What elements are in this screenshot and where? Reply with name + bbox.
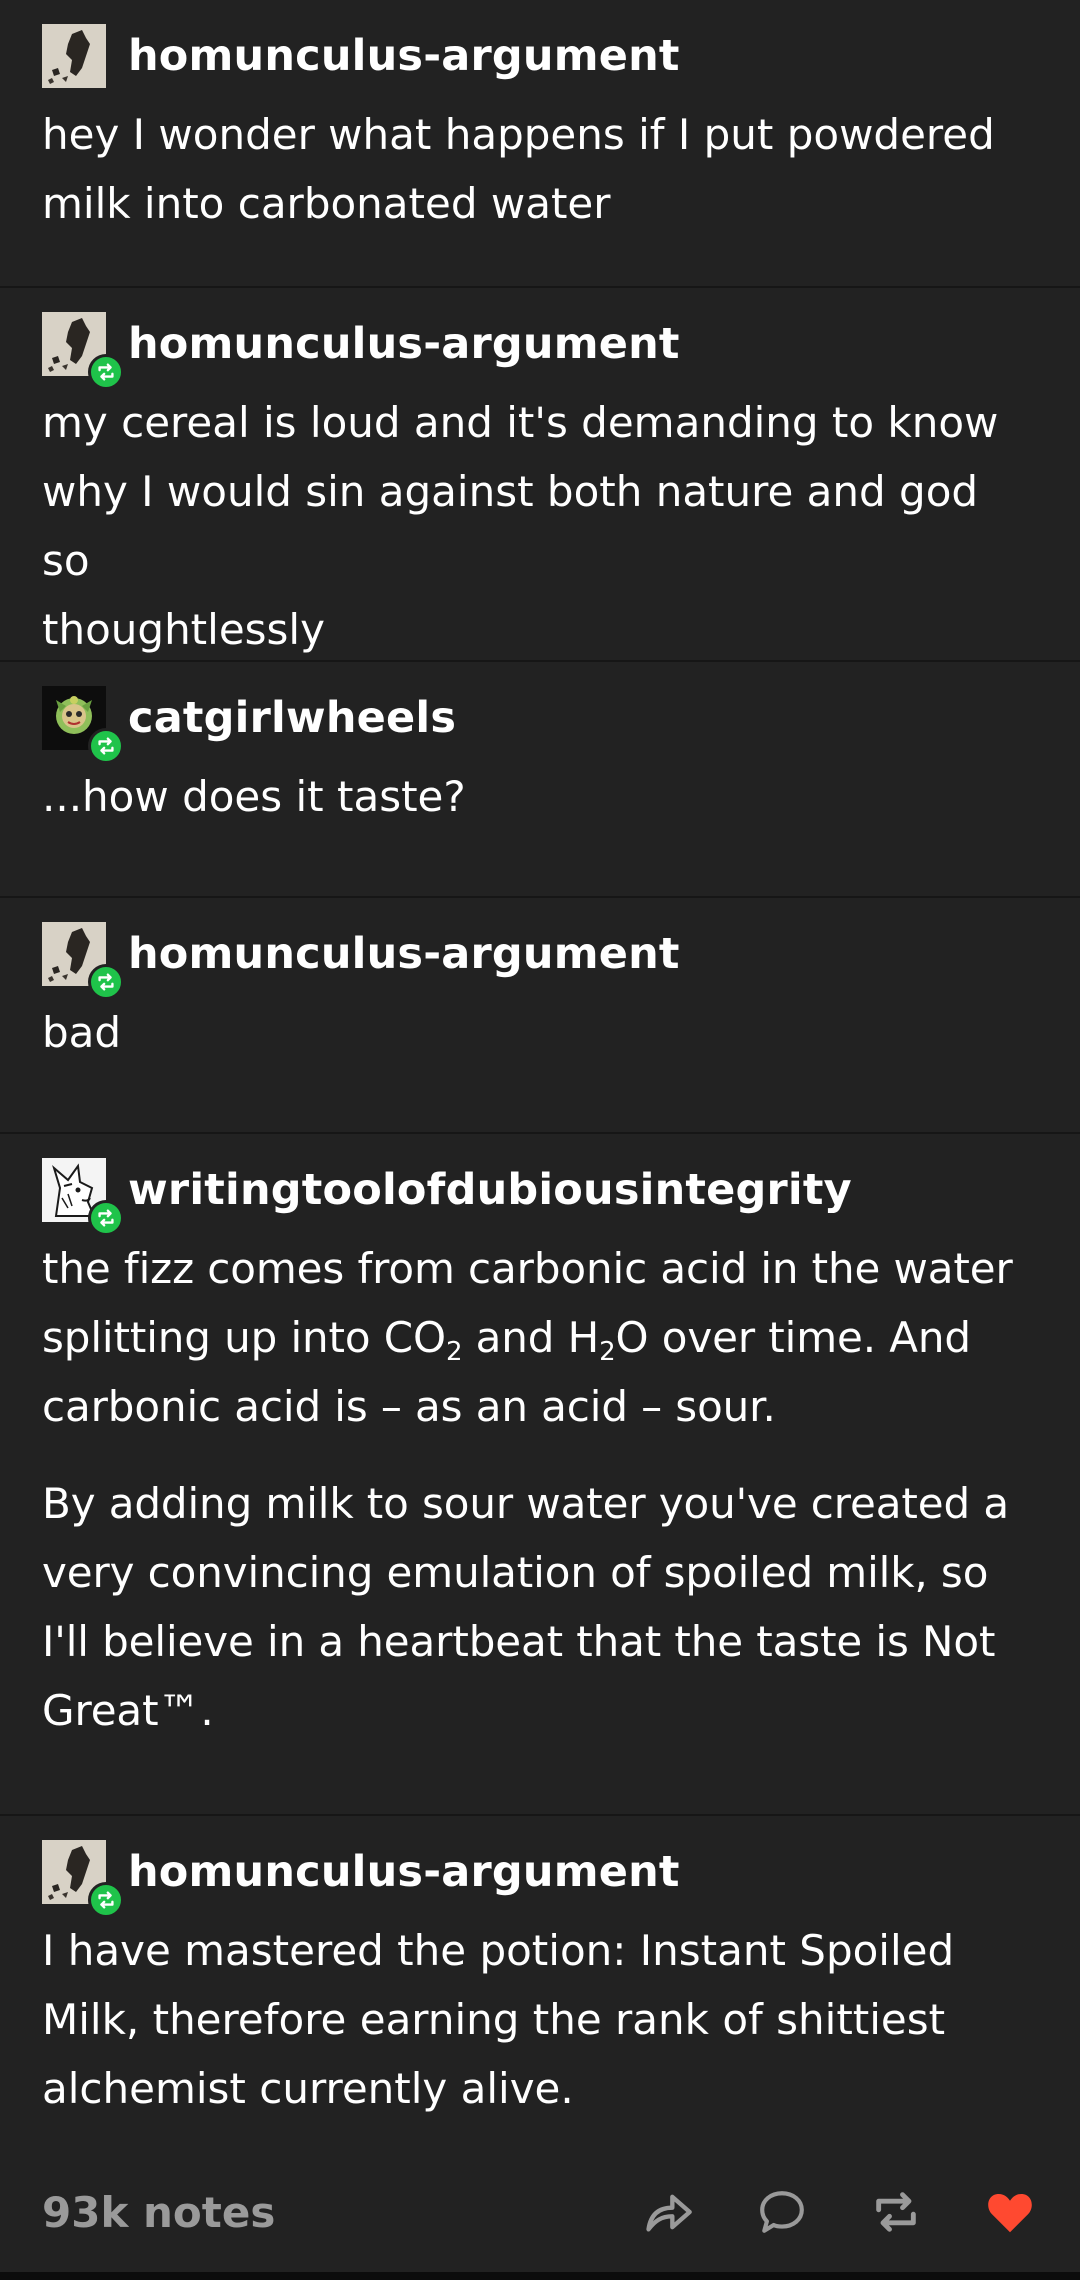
post-header: homunculus-argument (42, 922, 1038, 1000)
post-header: homunculus-argument (42, 312, 1038, 390)
reblog-badge-icon (88, 354, 124, 390)
share-button[interactable] (640, 2184, 696, 2240)
text-line: Great™. (42, 1686, 214, 1735)
like-icon (988, 2194, 1032, 2233)
subscript: 2 (599, 1337, 616, 1367)
bottom-bar (0, 2272, 1080, 2280)
reply-button[interactable] (754, 2184, 810, 2240)
post-actions (582, 2184, 1038, 2240)
post-body: I have mastered the potion: Instant Spoi… (42, 1916, 1038, 2123)
post-username[interactable]: homunculus-argument (128, 319, 680, 369)
text-line: very convincing emulation of spoiled mil… (42, 1548, 989, 1597)
reply-icon (760, 2191, 804, 2233)
post-body: my cereal is loud and it's demanding to … (42, 388, 1038, 664)
post-username[interactable]: writingtoolofdubiousintegrity (128, 1165, 852, 1215)
reblog-badge-icon (88, 1882, 124, 1918)
post-thread: homunculus-argument hey I wonder what ha… (0, 0, 1080, 2272)
post-header: writingtoolofdubiousintegrity (42, 1158, 1038, 1236)
thread-post: homunculus-argument bad (0, 898, 1080, 1134)
post-body: hey I wonder what happens if I put powde… (42, 100, 1038, 238)
post-username[interactable]: catgirlwheels (128, 693, 456, 743)
post-paragraph: hey I wonder what happens if I put powde… (42, 100, 1038, 238)
post-paragraph: I have mastered the potion: Instant Spoi… (42, 1916, 1038, 2123)
text-line: O over time. And (615, 1313, 972, 1362)
share-icon (646, 2194, 692, 2232)
text-line: I have mastered the potion: Instant Spoi… (42, 1926, 955, 1975)
thread-post: writingtoolofdubiousintegrity the fizz c… (0, 1134, 1080, 1816)
post-footer: 93k notes (0, 2168, 1080, 2256)
text-line: and H (462, 1313, 600, 1362)
thread-post: homunculus-argument my cereal is loud an… (0, 288, 1080, 662)
text-line: the fizz comes from carbonic acid in the… (42, 1244, 1013, 1293)
text-line: By adding milk to sour water you've crea… (42, 1479, 1009, 1528)
notes-count[interactable]: 93k notes (42, 2188, 582, 2237)
text-line: hey I wonder what happens if I put powde… (42, 110, 995, 159)
homunculus-argument-avatar (42, 24, 106, 88)
text-line: carbonic acid is – as an acid – sour. (42, 1382, 776, 1431)
text-line: why I would sin against both nature and … (42, 467, 979, 585)
avatar[interactable] (42, 1840, 124, 1918)
avatar[interactable] (42, 312, 124, 390)
post-paragraph: the fizz comes from carbonic acid in the… (42, 1234, 1038, 1441)
reblog-badge-icon (88, 964, 124, 1000)
post-paragraph: ...how does it taste? (42, 762, 1038, 831)
reblog-badge-icon (88, 1200, 124, 1236)
text-line: my cereal is loud and it's demanding to … (42, 398, 999, 447)
subscript: 2 (445, 1337, 463, 1367)
post-username[interactable]: homunculus-argument (128, 929, 680, 979)
reblog-icon (876, 2192, 916, 2232)
avatar[interactable] (42, 24, 106, 88)
text-line: thoughtlessly (42, 605, 325, 654)
text-line: splitting up into CO (42, 1313, 446, 1362)
reblog-badge-icon (88, 728, 124, 764)
post-body: ...how does it taste? (42, 762, 1038, 831)
post-username[interactable]: homunculus-argument (128, 31, 680, 81)
text-line: Milk, therefore earning the rank of shit… (42, 1995, 946, 2044)
post-header: homunculus-argument (42, 24, 1038, 88)
text-line: I'll believe in a heartbeat that the tas… (42, 1617, 996, 1666)
thread-post: homunculus-argument hey I wonder what ha… (0, 0, 1080, 288)
post-paragraph: my cereal is loud and it's demanding to … (42, 388, 1038, 664)
avatar[interactable] (42, 922, 124, 1000)
post-paragraph: By adding milk to sour water you've crea… (42, 1469, 1038, 1745)
text-line: milk into carbonated water (42, 179, 611, 228)
like-button[interactable] (982, 2184, 1038, 2240)
text-line: ...how does it taste? (42, 772, 466, 821)
post-body: bad (42, 998, 1038, 1067)
post-header: homunculus-argument (42, 1840, 1038, 1918)
thread-post: homunculus-argument I have mastered the … (0, 1816, 1080, 2136)
post-paragraph: bad (42, 998, 1038, 1067)
thread-post: catgirlwheels ...how does it taste? (0, 662, 1080, 898)
reblog-button[interactable] (868, 2184, 924, 2240)
avatar[interactable] (42, 1158, 124, 1236)
text-line: bad (42, 1008, 122, 1057)
text-line: alchemist currently alive. (42, 2064, 574, 2113)
post-header: catgirlwheels (42, 686, 1038, 764)
post-body: the fizz comes from carbonic acid in the… (42, 1234, 1038, 1745)
avatar[interactable] (42, 686, 124, 764)
post-username[interactable]: homunculus-argument (128, 1847, 680, 1897)
